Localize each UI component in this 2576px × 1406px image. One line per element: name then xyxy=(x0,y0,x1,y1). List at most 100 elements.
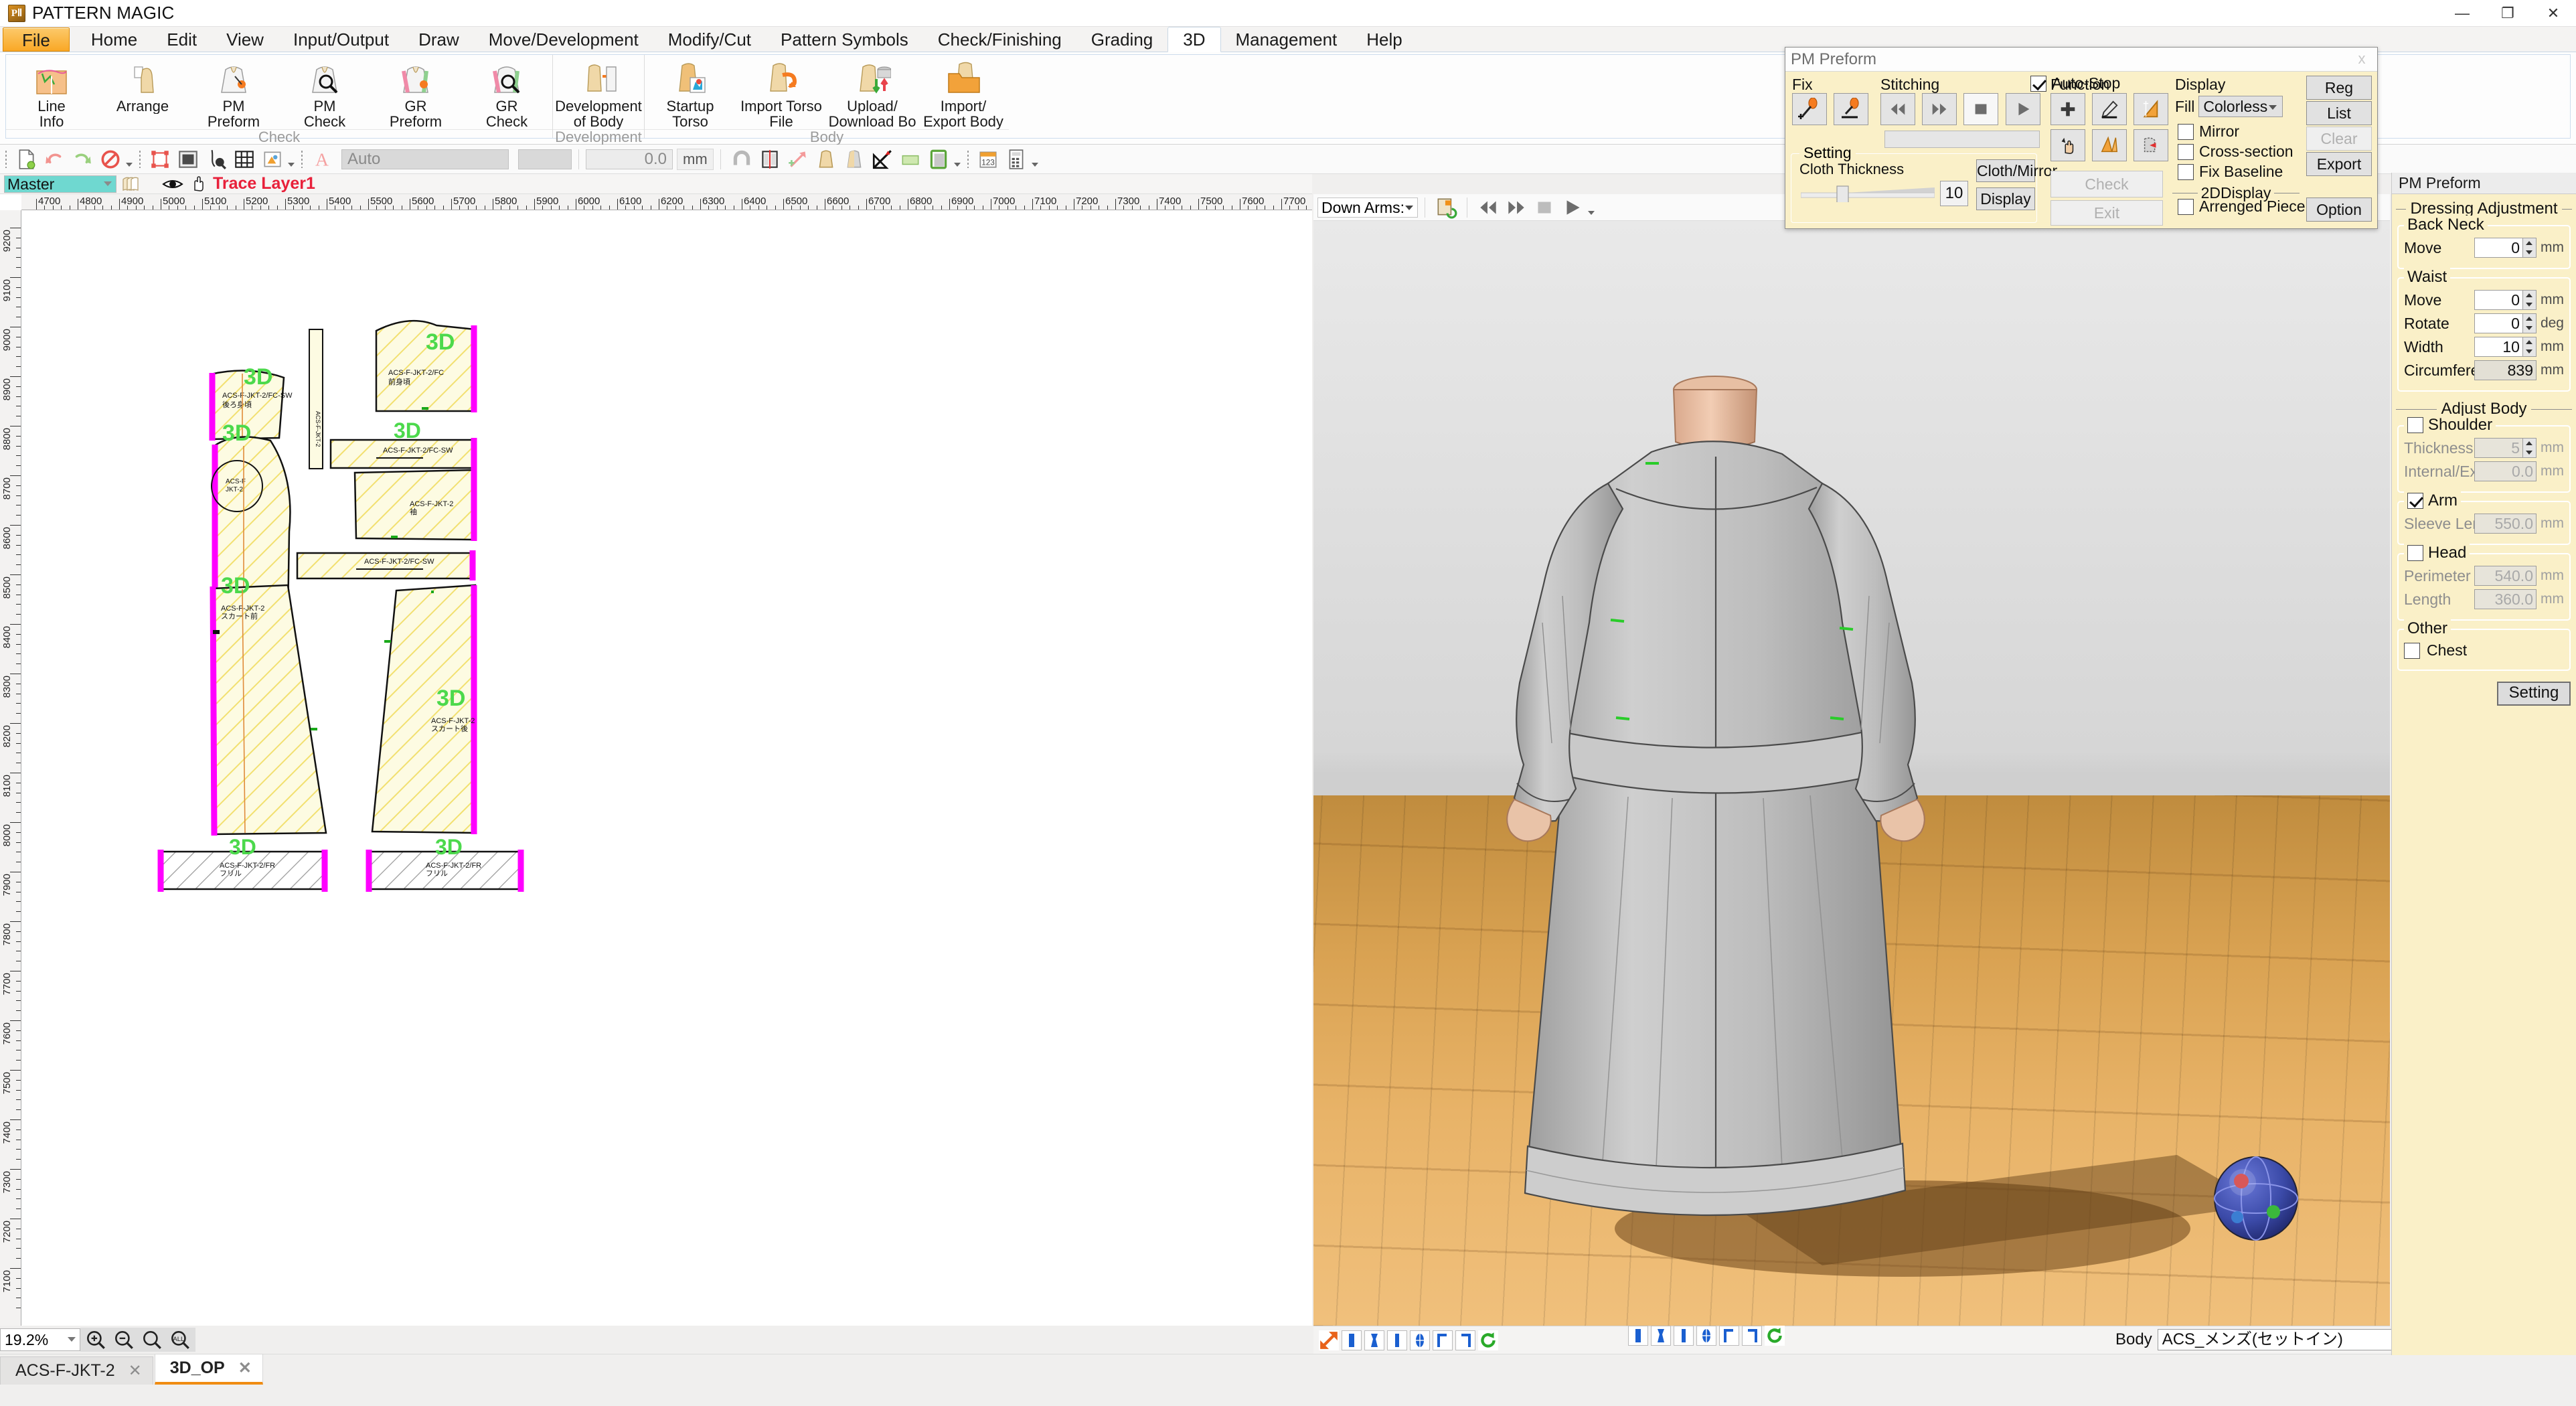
waist-width-input[interactable]: 10 xyxy=(2474,337,2523,357)
arrenged-piece-checkbox[interactable] xyxy=(2178,198,2194,215)
toolbar-grip-4[interactable] xyxy=(967,150,969,168)
menu-item-edit[interactable]: Edit xyxy=(152,27,212,52)
menu-item-draw[interactable]: Draw xyxy=(404,27,474,52)
toolbar-grip-2[interactable] xyxy=(139,150,141,168)
maximize-button[interactable]: ❐ xyxy=(2485,0,2530,27)
quickbar-overflow-2[interactable] xyxy=(287,149,296,169)
close-icon[interactable]: x xyxy=(2352,50,2372,68)
play-icon[interactable] xyxy=(1561,196,1584,219)
document-tab-acs-f-jkt-2[interactable]: ACS-F-JKT-2 ✕ xyxy=(0,1356,153,1385)
ribbon-button-upload-download-bo[interactable]: Upload/Download Bo xyxy=(827,59,918,129)
back-neck-move-stepper[interactable] xyxy=(2522,238,2537,258)
fill-rect-icon[interactable] xyxy=(177,148,199,171)
pattern-piece-hem-left[interactable]: 3D ACS-F-JKT-2/FR フリル xyxy=(157,835,328,892)
ribbon-button-import-torso-file[interactable]: Import Torso File xyxy=(736,59,827,129)
zoom-all-icon[interactable]: ALL xyxy=(166,1328,194,1351)
arms-pose-select[interactable]: Down Arms: A xyxy=(1317,197,1418,235)
top-view-icon[interactable] xyxy=(1410,1330,1430,1350)
pattern-pieces[interactable]: 3D ACS-F-JKT-2/FC-SW 後ろ身頃 3D ACS-F JKT-2 xyxy=(21,210,1312,1326)
pencil-icon[interactable] xyxy=(2092,93,2127,125)
shoulder-thickness-input[interactable]: 5 xyxy=(2474,438,2523,458)
chest-checkbox[interactable] xyxy=(2404,642,2420,659)
set-square-icon[interactable] xyxy=(871,148,894,171)
menu-item-file[interactable]: File xyxy=(3,27,70,52)
layer-stack-icon[interactable] xyxy=(119,175,143,193)
setting-button[interactable]: Setting xyxy=(2497,682,2571,706)
close-window-button[interactable]: ✕ xyxy=(2530,0,2576,27)
zoom-level-select[interactable]: 19.2% xyxy=(0,1328,80,1351)
list-button[interactable]: List xyxy=(2306,101,2372,125)
side-view-icon[interactable] xyxy=(1387,1330,1407,1350)
piece-icon[interactable] xyxy=(815,148,837,171)
select-box-icon[interactable] xyxy=(149,148,171,171)
waist-move-stepper[interactable] xyxy=(2522,290,2537,310)
waist-move-input[interactable]: 0 xyxy=(2474,290,2523,310)
hand-icon[interactable] xyxy=(189,175,206,193)
calculator-icon[interactable] xyxy=(1005,148,1028,171)
close-icon[interactable]: ✕ xyxy=(238,1358,252,1378)
ribbon-button-startup-torso[interactable]: Startup Torso xyxy=(645,59,736,129)
zoom-fit-icon[interactable] xyxy=(138,1328,166,1351)
zoom-in-icon[interactable] xyxy=(82,1328,110,1351)
arm-sleeve-length-input[interactable]: 550.0 xyxy=(2474,514,2537,534)
mirror-checkbox[interactable] xyxy=(2178,123,2194,140)
fold-icon[interactable] xyxy=(2092,129,2127,161)
shoulder-thickness-stepper[interactable] xyxy=(2522,438,2537,458)
head-length-input[interactable]: 360.0 xyxy=(2474,589,2537,609)
pm-preform-dialog[interactable]: PM Preform x Fix Stitching Auto-Stop Set… xyxy=(1785,47,2378,229)
chart-icon[interactable] xyxy=(261,148,284,171)
ribbon-button-arrange[interactable]: Arrange xyxy=(97,59,188,114)
head-checkbox[interactable] xyxy=(2407,545,2423,561)
ruler-triangle-icon[interactable] xyxy=(2134,93,2169,125)
rotate-icon[interactable] xyxy=(1765,1326,1785,1346)
skip-start-icon[interactable] xyxy=(1880,93,1915,125)
menu-item-help[interactable]: Help xyxy=(1352,27,1417,52)
menu-item-input-output[interactable]: Input/Output xyxy=(278,27,404,52)
cloth-thickness-slider[interactable] xyxy=(1801,185,1935,202)
stop-icon[interactable] xyxy=(1963,93,1999,125)
waist-rotate-stepper[interactable] xyxy=(2522,313,2537,333)
reg-button[interactable]: Reg xyxy=(2306,76,2372,100)
grid-icon[interactable] xyxy=(233,148,256,171)
top-view-icon[interactable] xyxy=(1696,1326,1716,1346)
ribbon-button-import-export-body[interactable]: Import/Export Body xyxy=(918,59,1009,129)
ribbon-button-gr-check[interactable]: GR Check xyxy=(461,59,552,129)
side-view-icon[interactable] xyxy=(1674,1326,1694,1346)
export-button[interactable]: Export xyxy=(2306,152,2372,176)
menu-item-management[interactable]: Management xyxy=(1221,27,1352,52)
green-rect-icon[interactable] xyxy=(899,148,922,171)
cloth-thickness-value[interactable]: 10 xyxy=(1940,181,1968,206)
toolbar-grip[interactable] xyxy=(5,150,7,168)
document-tab-3d-op[interactable]: 3D_OP ✕ xyxy=(154,1354,263,1385)
redo-icon[interactable] xyxy=(71,148,94,171)
pattern-draw-area[interactable]: 3D ACS-F-JKT-2/FC-SW 後ろ身頃 3D ACS-F JKT-2 xyxy=(21,210,1312,1326)
back-neck-move-input[interactable]: 0 xyxy=(2474,238,2523,258)
master-layer-select[interactable]: Master xyxy=(4,175,116,193)
pattern-piece-mid-panel[interactable]: ACS-F-JKT-2 袖 xyxy=(353,469,477,541)
front-view-icon[interactable] xyxy=(1342,1330,1362,1350)
pin-line-icon[interactable] xyxy=(1834,93,1869,125)
body-view-icon[interactable] xyxy=(1651,1326,1671,1346)
menu-item-check-finishing[interactable]: Check/Finishing xyxy=(923,27,1076,52)
green-frame-icon[interactable] xyxy=(927,148,950,171)
arm-checkbox[interactable] xyxy=(2407,493,2423,509)
menu-item-modify-cut[interactable]: Modify/Cut xyxy=(653,27,766,52)
corner-right-icon[interactable] xyxy=(1455,1330,1475,1350)
menu-item-pattern-symbols[interactable]: Pattern Symbols xyxy=(766,27,923,52)
ribbon-button-development-of-body[interactable]: Development of Body xyxy=(553,59,644,129)
pattern-piece-yoke[interactable]: 3D ACS-F-JKT-2/FC 前身頃 xyxy=(375,319,477,412)
front-view-icon[interactable] xyxy=(1628,1326,1648,1346)
auto-field[interactable]: Auto xyxy=(341,149,509,169)
cloth-mirror-button[interactable]: Cloth/Mirror xyxy=(1976,159,2057,182)
check-pinch-open-button[interactable]: Check Pinch/Open xyxy=(2050,171,2163,218)
display-settings-button[interactable]: Display xyxy=(1976,187,2035,210)
shoulder-checkbox[interactable] xyxy=(2407,417,2423,433)
ribbon-button-gr-preform[interactable]: GR Preform xyxy=(370,59,461,129)
eye-icon[interactable] xyxy=(162,176,183,192)
pattern-piece-hem-right[interactable]: 3D ACS-F-JKT-2/FR フリル xyxy=(366,835,524,892)
undo-icon[interactable] xyxy=(43,148,66,171)
garment-3d-render[interactable] xyxy=(1313,221,2390,1326)
resize-icon[interactable] xyxy=(1319,1330,1339,1350)
text-a-icon[interactable]: A xyxy=(311,148,333,171)
fast-forward-icon[interactable] xyxy=(1922,93,1957,125)
